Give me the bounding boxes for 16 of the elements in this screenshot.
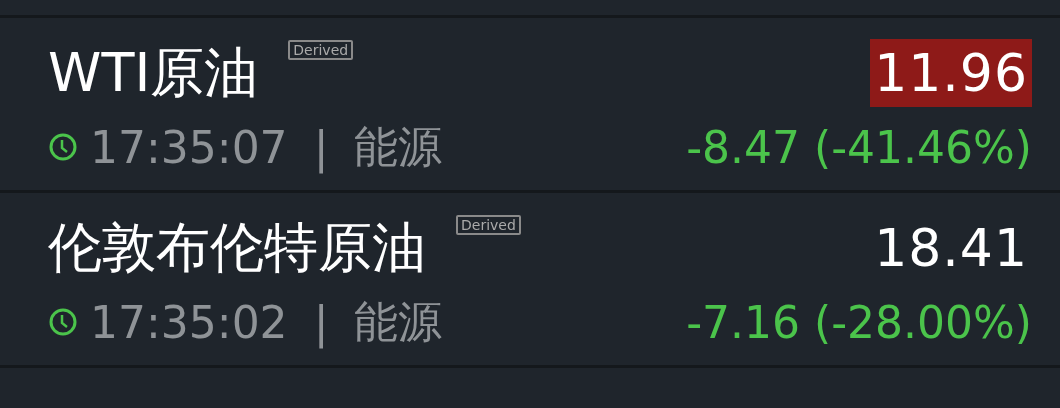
- quote-name: WTI原油: [48, 46, 259, 100]
- price: 18.41: [873, 217, 1029, 280]
- category: 能源: [354, 294, 443, 349]
- clock-icon: [48, 307, 78, 337]
- price-change: -7.16 (-28.00%): [686, 296, 1032, 348]
- time: 17:35:02: [90, 296, 288, 348]
- clock-icon: [48, 132, 78, 162]
- time: 17:35:07: [90, 121, 288, 173]
- separator: |: [313, 121, 329, 173]
- separator: |: [313, 296, 329, 348]
- derived-tag: Derived: [288, 40, 354, 60]
- quote-name: 伦敦布伦特原油: [48, 221, 426, 275]
- category: 能源: [354, 119, 443, 174]
- price-change: -8.47 (-41.46%): [686, 121, 1032, 173]
- price: 11.96: [870, 39, 1032, 107]
- derived-tag: Derived: [456, 215, 521, 235]
